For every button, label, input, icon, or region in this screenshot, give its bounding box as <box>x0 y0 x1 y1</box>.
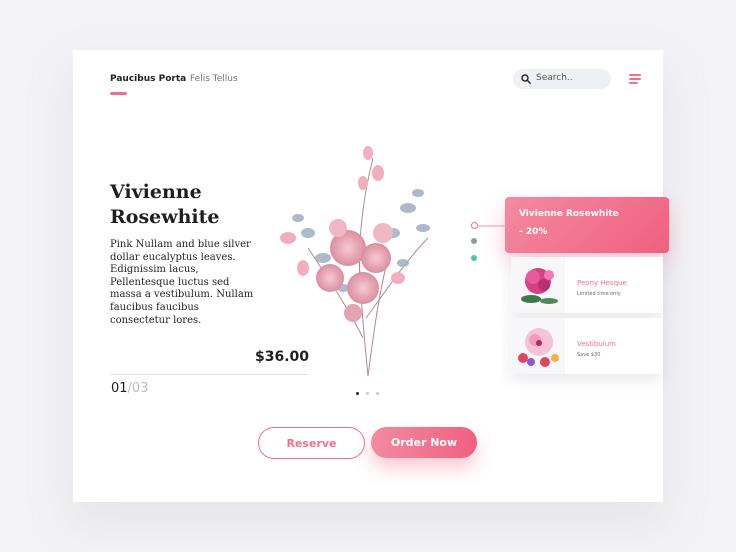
product-meta: Limited time only <box>577 291 621 297</box>
product-item-vestibulum[interactable]: Vestibulum Save $30 <box>511 318 663 374</box>
carousel-dot-3[interactable] <box>376 392 379 395</box>
product-meta: Save $30 <box>577 352 601 358</box>
product-card: Paucibus Porta Felis Tellus Search.. Viv… <box>73 50 669 502</box>
nav-active-indicator <box>110 92 127 95</box>
vestibulum-thumbnail <box>511 318 565 374</box>
option-dot-pink[interactable] <box>471 222 478 229</box>
bouquet-image <box>280 146 430 377</box>
promo-card[interactable]: Vivienne Rosewhite - 20% <box>505 197 669 253</box>
product-name: Peony Hesque <box>577 279 627 287</box>
product-title-line-1: Vivienne <box>110 181 202 203</box>
hamburger-menu-icon[interactable] <box>629 74 641 84</box>
nav-item-paucibus-porta[interactable]: Paucibus Porta <box>110 74 186 84</box>
search-bar[interactable]: Search.. <box>513 69 611 89</box>
page-total: /03 <box>127 381 149 396</box>
carousel-dot-1[interactable] <box>356 392 359 395</box>
peony-thumbnail <box>511 257 565 313</box>
carousel-dot-2[interactable] <box>366 392 369 395</box>
page-indicator: 01/03 <box>111 381 148 396</box>
search-icon <box>521 74 531 84</box>
option-dot-green[interactable] <box>471 255 477 261</box>
promo-name: Vivienne Rosewhite <box>519 209 619 219</box>
search-input[interactable]: Search.. <box>536 73 573 83</box>
product-title-line-2: Rosewhite <box>110 206 220 228</box>
option-dot-gray[interactable] <box>471 238 477 244</box>
product-title: Vivienne Rosewhite <box>110 180 290 230</box>
page-current: 01 <box>111 381 128 396</box>
promo-discount: - 20% <box>519 227 548 237</box>
reserve-button[interactable]: Reserve <box>258 427 365 459</box>
nav-item-felis-tellus[interactable]: Felis Tellus <box>190 74 238 84</box>
order-now-button[interactable]: Order Now <box>371 427 477 458</box>
product-description: Pink Nullam and blue silver dollar eucal… <box>110 239 254 326</box>
product-item-peony[interactable]: Peony Hesque Limited time only <box>511 257 663 313</box>
product-name: Vestibulum <box>577 340 616 348</box>
